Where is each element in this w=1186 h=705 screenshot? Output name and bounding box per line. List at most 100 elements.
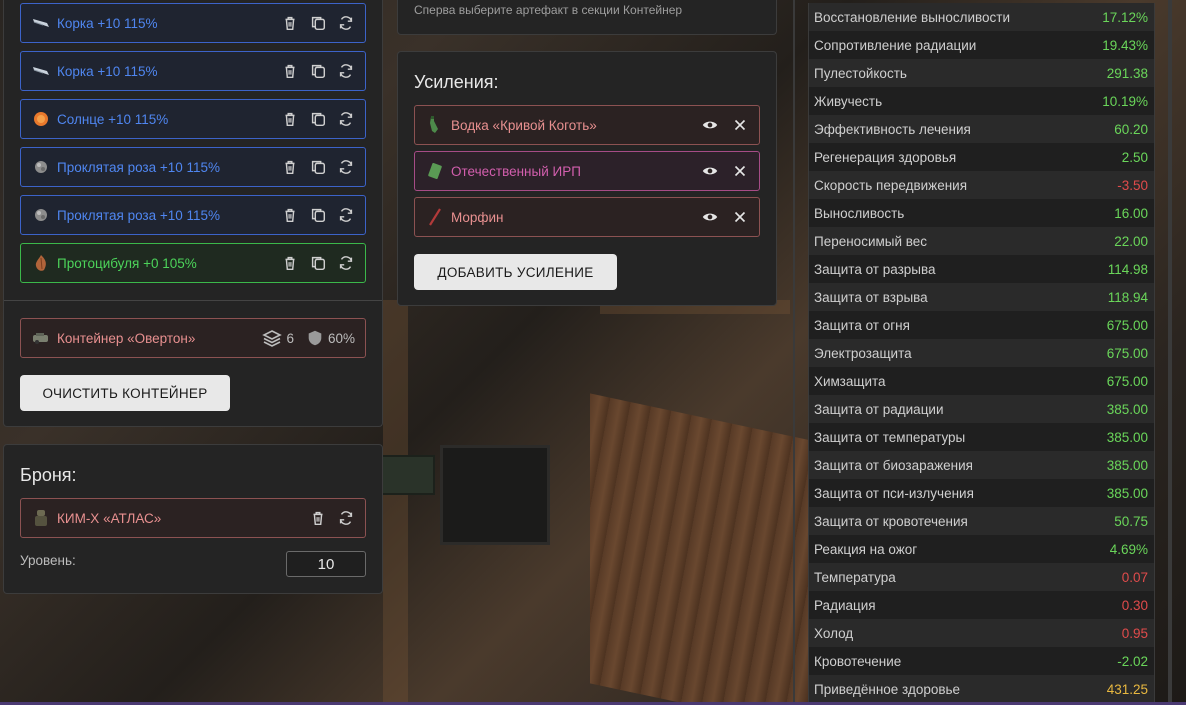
stat-name: Сопротивление радиации <box>814 37 977 53</box>
delete-icon[interactable] <box>309 509 327 527</box>
boost-label: Отечественный ИРП <box>451 163 581 179</box>
stat-value: -3.50 <box>1117 177 1148 193</box>
bottle-icon <box>425 115 445 135</box>
copy-icon[interactable] <box>309 254 327 272</box>
stats-left-border <box>793 0 795 705</box>
panel-divider <box>4 300 382 301</box>
swap-icon[interactable] <box>337 509 355 527</box>
artifact-label: Проклятая роза +10 115% <box>57 207 221 223</box>
eye-icon[interactable] <box>701 116 719 134</box>
stat-row: Холод 0.95 <box>809 619 1154 647</box>
boost-slot[interactable]: Отечественный ИРП <box>414 151 760 191</box>
stat-value: 19.43% <box>1102 37 1148 53</box>
swap-icon[interactable] <box>337 62 355 80</box>
stat-name: Кровотечение <box>814 653 902 669</box>
stat-name: Химзащита <box>814 373 886 389</box>
swap-icon[interactable] <box>337 110 355 128</box>
syringe-icon <box>425 207 445 227</box>
armor-suit-icon <box>31 508 51 528</box>
artifact-slot[interactable]: Проклятая роза +10 115% <box>20 147 366 187</box>
stat-value: 16.00 <box>1114 205 1148 221</box>
stat-value: 431.25 <box>1106 681 1148 697</box>
artifact-label: Протоцибуля +0 105% <box>57 255 197 271</box>
stat-row: Защита от температуры 385.00 <box>809 423 1154 451</box>
stat-row: Переносимый вес 22.00 <box>809 227 1154 255</box>
boost-slot[interactable]: Водка «Кривой Коготь» <box>414 105 760 145</box>
container-slot[interactable]: Контейнер «Овертон» 6 60% <box>20 318 366 358</box>
stat-value: 50.75 <box>1114 513 1148 529</box>
rose-stone-icon <box>31 205 51 225</box>
stat-value: 17.12% <box>1102 9 1148 25</box>
copy-icon[interactable] <box>309 158 327 176</box>
delete-icon[interactable] <box>281 158 299 176</box>
stat-row: Пулестойкость 291.38 <box>809 59 1154 87</box>
stat-value: 118.94 <box>1107 289 1148 305</box>
stat-name: Выносливость <box>814 205 905 221</box>
swap-icon[interactable] <box>337 14 355 32</box>
stat-name: Переносимый вес <box>814 233 928 249</box>
armor-slot[interactable]: КИМ-Х «АТЛАС» <box>20 498 366 538</box>
stat-row: Кровотечение -2.02 <box>809 647 1154 675</box>
copy-icon[interactable] <box>309 62 327 80</box>
stat-row: Защита от огня 675.00 <box>809 311 1154 339</box>
scrollbar[interactable] <box>1168 0 1172 705</box>
artifact-slot[interactable]: Проклятая роза +10 115% <box>20 195 366 235</box>
artifact-label: Корка +10 115% <box>57 63 158 79</box>
delete-icon[interactable] <box>281 14 299 32</box>
delete-icon[interactable] <box>281 110 299 128</box>
stat-row: Регенерация здоровья 2.50 <box>809 143 1154 171</box>
stat-name: Защита от радиации <box>814 401 944 417</box>
container-protection: 60% <box>327 330 355 346</box>
stat-value: -2.02 <box>1117 653 1148 669</box>
stat-name: Радиация <box>814 597 876 613</box>
stat-row: Сопротивление радиации 19.43% <box>809 31 1154 59</box>
boost-label: Морфин <box>451 209 504 225</box>
armor-level-label: Уровень: <box>20 553 76 568</box>
artifact-slot[interactable]: Корка +10 115% <box>20 3 366 43</box>
stat-row: Скорость передвижения -3.50 <box>809 171 1154 199</box>
container-stats: 6 60% <box>262 328 355 348</box>
stat-name: Восстановление выносливости <box>814 9 1011 25</box>
close-icon[interactable] <box>731 162 749 180</box>
stat-name: Температура <box>814 569 896 585</box>
copy-icon[interactable] <box>309 206 327 224</box>
stat-value: 114.98 <box>1107 261 1148 277</box>
stat-name: Электрозащита <box>814 345 912 361</box>
copy-icon[interactable] <box>309 110 327 128</box>
swap-icon[interactable] <box>337 158 355 176</box>
swap-icon[interactable] <box>337 254 355 272</box>
knife-shard-icon <box>31 13 51 33</box>
stat-value: 385.00 <box>1106 457 1148 473</box>
boost-slot[interactable]: Морфин <box>414 197 760 237</box>
eye-icon[interactable] <box>701 162 719 180</box>
stat-value: 675.00 <box>1106 345 1148 361</box>
stat-name: Защита от биозаражения <box>814 457 973 473</box>
artifact-slot[interactable]: Протоцибуля +0 105% <box>20 243 366 283</box>
stat-row: Защита от пси-излучения 385.00 <box>809 479 1154 507</box>
stat-row: Химзащита 675.00 <box>809 367 1154 395</box>
stat-value: 60.20 <box>1114 121 1148 137</box>
close-icon[interactable] <box>731 208 749 226</box>
stat-name: Защита от огня <box>814 317 910 333</box>
stat-row: Реакция на ожог 4.69% <box>809 535 1154 563</box>
boost-label: Водка «Кривой Коготь» <box>451 117 597 133</box>
clear-container-button[interactable]: ОЧИСТИТЬ КОНТЕЙНЕР <box>20 375 230 411</box>
stat-name: Защита от пси-излучения <box>814 485 974 501</box>
artifact-label: Корка +10 115% <box>57 15 158 31</box>
add-boost-button[interactable]: ДОБАВИТЬ УСИЛЕНИЕ <box>414 254 617 290</box>
delete-icon[interactable] <box>281 254 299 272</box>
delete-icon[interactable] <box>281 206 299 224</box>
eye-icon[interactable] <box>701 208 719 226</box>
stat-value: 10.19% <box>1102 93 1148 109</box>
swap-icon[interactable] <box>337 206 355 224</box>
delete-icon[interactable] <box>281 62 299 80</box>
armor-level-input[interactable]: 10 <box>286 551 366 577</box>
close-icon[interactable] <box>731 116 749 134</box>
stat-value: 2.50 <box>1121 149 1148 165</box>
artifact-slot[interactable]: Корка +10 115% <box>20 51 366 91</box>
stat-row: Защита от взрыва 118.94 <box>809 283 1154 311</box>
stat-value: 0.95 <box>1121 625 1148 641</box>
artifact-slot[interactable]: Солнце +10 115% <box>20 99 366 139</box>
stat-row: Электрозащита 675.00 <box>809 339 1154 367</box>
copy-icon[interactable] <box>309 14 327 32</box>
